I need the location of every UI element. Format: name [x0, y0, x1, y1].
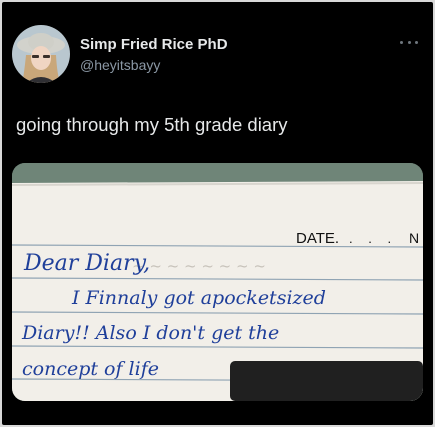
- diary-line-4: concept of life: [22, 358, 159, 380]
- avatar-image: [12, 25, 70, 83]
- tweet-text: going through my 5th grade diary: [16, 114, 288, 135]
- diary-line-1: Dear Diary,: [23, 251, 150, 276]
- display-name[interactable]: Simp Fried Rice PhD: [80, 36, 228, 53]
- redaction-box: [230, 361, 423, 401]
- date-dots: . . .: [349, 231, 397, 246]
- user-handle[interactable]: @heyitsbayy: [80, 57, 160, 73]
- date-label: DATE.: [296, 230, 339, 247]
- tweet-card: Simp Fried Rice PhD @heyitsbayy going th…: [2, 2, 433, 425]
- bleedthrough-text: ~ ~ ~ ~ ~ ~ ~ ~: [132, 257, 266, 275]
- diary-line-2: I Finnaly got apocketsized: [71, 287, 326, 309]
- tweet-media-photo[interactable]: DATE. . . . N ~ ~ ~ ~ ~ ~ ~ ~ Dear Diary…: [12, 163, 423, 401]
- avatar[interactable]: [12, 25, 70, 83]
- ellipsis-icon[interactable]: [400, 39, 418, 45]
- number-label: N: [409, 230, 419, 246]
- diary-line-3: Diary!! Also I don't get the: [21, 322, 279, 344]
- diary-photo: DATE. . . . N ~ ~ ~ ~ ~ ~ ~ ~ Dear Diary…: [12, 163, 423, 401]
